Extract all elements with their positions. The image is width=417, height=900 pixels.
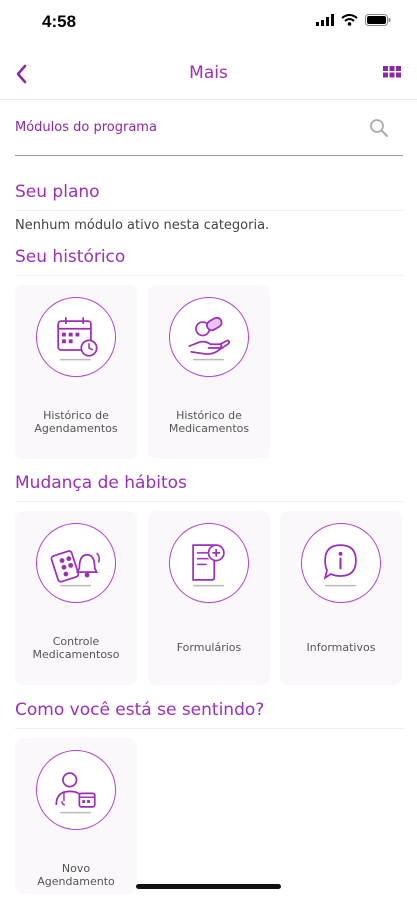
divider [15,210,403,211]
card-label-line2: Medicamentos [168,422,250,435]
card-label-line1: Histórico de [176,409,242,422]
signal-icon [316,14,334,26]
card-label-line2: Agendamentos [34,422,118,435]
card-icon-circle [36,750,116,830]
card-label-line1: Formulários [176,641,242,654]
module-card-formularios[interactable]: Formulários [148,511,270,685]
divider [15,501,403,502]
page-title: Mais [189,63,228,83]
divider [15,275,403,276]
doctor-calendar-icon [55,772,96,814]
module-card-novo-agendamento[interactable]: Novo Agendamento [15,738,137,894]
card-icon-circle [36,523,116,603]
status-time: 4:58 [42,12,77,31]
nav-bar: Mais [0,50,417,100]
module-card-informativos[interactable]: Informativos [280,511,402,685]
card-label-line1: Controle [52,635,100,648]
search-input[interactable]: Módulos do programa [15,108,403,156]
card-icon-circle [301,523,381,603]
calendar-clock-icon [57,317,98,361]
info-chat-icon [323,544,357,587]
card-label-line1: Informativos [306,641,376,654]
divider [15,728,403,729]
section-title-history: Seu histórico [15,247,126,267]
empty-message: Nenhum módulo ativo nesta categoria. [15,218,270,233]
search-placeholder: Módulos do programa [15,120,157,135]
pill-hand-icon [188,316,231,361]
module-card-controle-medicamentoso[interactable]: Controle Medicamentoso [15,511,137,685]
home-indicator[interactable] [136,884,281,889]
card-icon-circle [169,297,249,377]
search-icon[interactable] [369,118,389,138]
form-add-icon [192,544,225,587]
section-title-habits: Mudança de hábitos [15,473,187,493]
card-icon-circle [36,297,116,377]
status-icons [316,14,391,26]
pills-bell-icon [50,550,101,587]
section-title-feeling: Como você está se sentindo? [15,700,265,720]
card-label-line1: Histórico de [43,409,109,422]
card-label-line2: Agendamento [37,875,115,888]
wifi-icon [341,14,358,26]
card-label-line1: Novo [61,862,91,875]
module-card-historico-agendamentos[interactable]: Histórico de Agendamentos [15,285,137,459]
card-icon-circle [169,523,249,603]
grid-menu-icon[interactable] [383,66,401,84]
card-label-line2: Medicamentoso [32,648,120,661]
section-title-plan: Seu plano [15,182,100,202]
status-bar: 4:58 [0,0,417,46]
battery-icon [365,14,391,26]
module-card-historico-medicamentos[interactable]: Histórico de Medicamentos [148,285,270,459]
